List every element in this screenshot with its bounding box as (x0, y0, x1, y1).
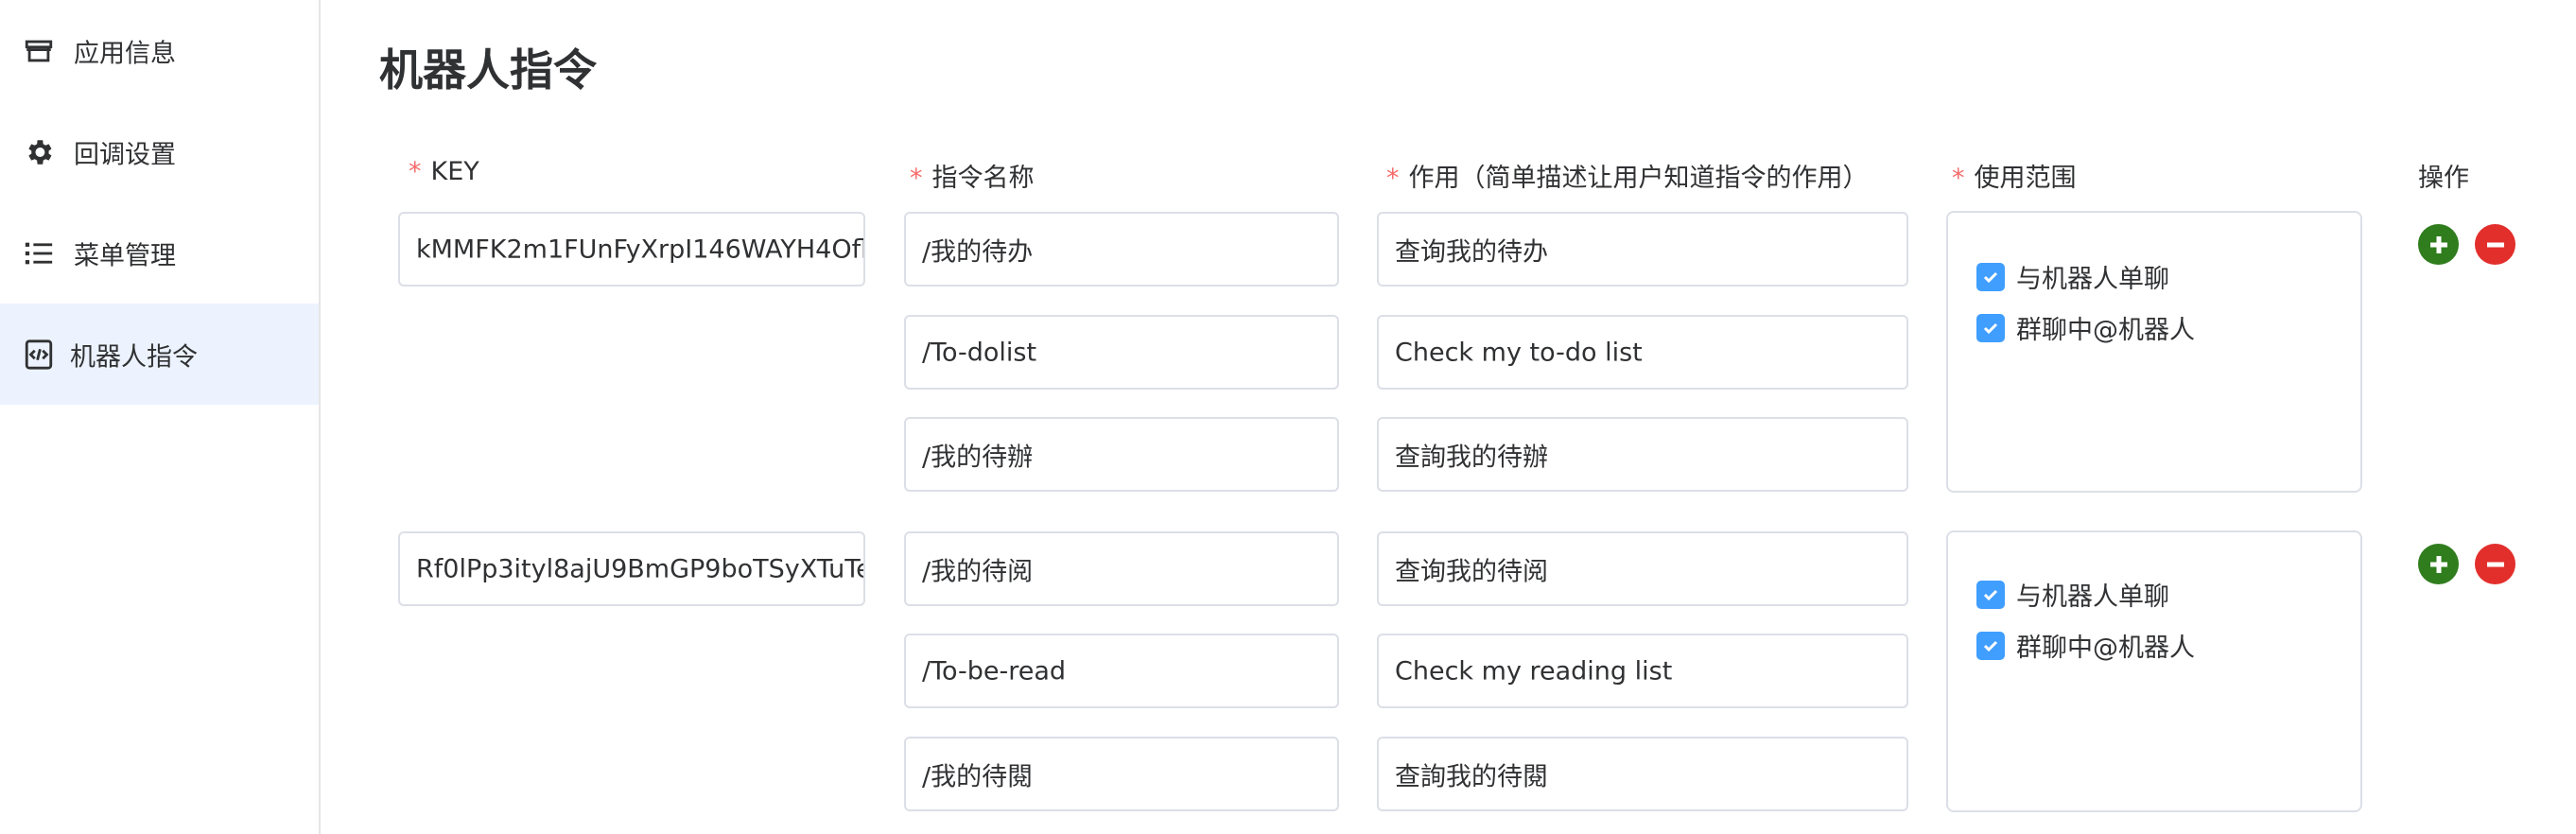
purpose-input[interactable]: 查询我的待阅 (1377, 531, 1908, 606)
list-icon (21, 235, 57, 271)
key-input[interactable]: kMMFK2m1FUnFyXrpI146WAYH4OflH (398, 212, 865, 287)
command-name-input[interactable]: /To-be-read (904, 634, 1339, 708)
remove-row-button[interactable] (2475, 224, 2515, 265)
scope-group: 与机器人单聊 群聊中@机器人 (1946, 211, 2362, 493)
purpose-input[interactable]: 查詢我的待閱 (1377, 737, 1908, 811)
sidebar-item-label: 应用信息 (74, 39, 176, 68)
sidebar-item-app-info[interactable]: 应用信息 (0, 0, 319, 101)
header-operations: 操作 (2418, 164, 2469, 193)
minus-icon (2486, 242, 2504, 247)
scope-group: 与机器人单聊 群聊中@机器人 (1946, 530, 2362, 812)
required-mark: * (409, 157, 422, 186)
header-key: * KEY (409, 157, 479, 186)
sidebar-item-menu-management[interactable]: 菜单管理 (0, 202, 319, 304)
plus-icon (2429, 235, 2447, 253)
purpose-input[interactable]: 查询我的待办 (1377, 212, 1908, 287)
header-command-name: * 指令名称 (910, 164, 1035, 193)
command-name-input[interactable]: /我的待閱 (904, 737, 1339, 811)
command-name-input[interactable]: /To-dolist (904, 315, 1339, 390)
page-title: 机器人指令 (379, 44, 597, 96)
sidebar-item-robot-commands[interactable]: 机器人指令 (0, 304, 319, 405)
remove-row-button[interactable] (2475, 544, 2515, 584)
header-scope: * 使用范围 (1952, 164, 2077, 193)
purpose-input[interactable]: 查詢我的待辦 (1377, 417, 1908, 492)
store-icon (21, 33, 57, 69)
sidebar: 应用信息 回调设置 菜单管理 机器人指令 (0, 0, 321, 834)
sidebar-item-label: 菜单管理 (74, 241, 176, 270)
scope-checkbox-group-chat[interactable]: 群聊中@机器人 (1976, 627, 2195, 664)
scope-checkbox-private-chat[interactable]: 与机器人单聊 (1976, 258, 2169, 295)
header-purpose: * 作用（简单描述让用户知道指令的作用） (1386, 164, 1869, 193)
checkbox-checked-icon[interactable] (1976, 580, 2005, 609)
command-name-input[interactable]: /我的待阅 (904, 531, 1339, 606)
add-row-button[interactable] (2418, 544, 2459, 584)
checkbox-checked-icon[interactable] (1976, 631, 2005, 660)
sidebar-item-label: 回调设置 (74, 140, 176, 169)
checkbox-checked-icon[interactable] (1976, 262, 2005, 291)
purpose-input[interactable]: Check my to-do list (1377, 315, 1908, 390)
sidebar-item-callback-settings[interactable]: 回调设置 (0, 101, 319, 202)
scope-checkbox-private-chat[interactable]: 与机器人单聊 (1976, 576, 2169, 613)
command-name-input[interactable]: /我的待辦 (904, 417, 1339, 492)
command-name-input[interactable]: /我的待办 (904, 212, 1339, 287)
required-mark: * (1952, 164, 1965, 193)
gear-icon (21, 134, 57, 170)
code-file-icon (21, 337, 57, 373)
add-row-button[interactable] (2418, 224, 2459, 265)
purpose-input[interactable]: Check my reading list (1377, 634, 1908, 708)
required-mark: * (1386, 164, 1400, 193)
scope-checkbox-group-chat[interactable]: 群聊中@机器人 (1976, 309, 2195, 346)
minus-icon (2486, 562, 2504, 566)
sidebar-item-label: 机器人指令 (70, 342, 198, 372)
app-root: 应用信息 回调设置 菜单管理 机器人指令 机器人指令 * KEY * 指令名称 … (0, 0, 2576, 834)
required-mark: * (910, 164, 923, 193)
plus-icon (2429, 555, 2447, 573)
key-input[interactable]: Rf0lPp3ityl8ajU9BmGP9boTSyXTuTe (398, 531, 865, 606)
checkbox-checked-icon[interactable] (1976, 313, 2005, 342)
